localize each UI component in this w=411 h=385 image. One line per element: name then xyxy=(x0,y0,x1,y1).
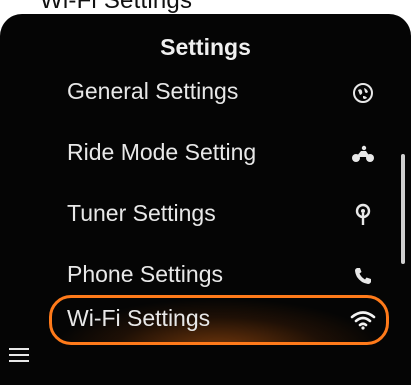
menu-item-label: Tuner Settings xyxy=(67,200,216,226)
menu-item-ride-mode-setting[interactable]: Ride Mode Setting xyxy=(0,131,411,181)
app-frame: Wi-Fi Settings Settings General Settings… xyxy=(0,0,411,385)
menu-item-label: Wi-Fi Settings xyxy=(67,305,211,331)
menu-item-label: Ride Mode Setting xyxy=(67,139,257,165)
menu-item-label: Phone Settings xyxy=(67,261,224,287)
menu-item-tuner-settings[interactable]: Tuner Settings xyxy=(0,192,411,242)
settings-screen: Settings General Settings Ride Mode Sett… xyxy=(0,14,411,385)
menu-item-wifi-settings[interactable]: Wi-Fi Settings xyxy=(49,295,389,345)
hamburger-icon[interactable] xyxy=(9,348,31,366)
top-strip-label: Wi-Fi Settings xyxy=(40,0,193,14)
scrollbar[interactable] xyxy=(401,154,405,264)
page-title: Settings xyxy=(160,34,251,60)
motorcycle-icon xyxy=(350,141,376,167)
menu-item-general-settings[interactable]: General Settings xyxy=(0,70,411,120)
globe-icon xyxy=(350,80,376,106)
antenna-icon xyxy=(350,202,376,228)
menu-item-label: General Settings xyxy=(67,78,239,104)
wifi-icon xyxy=(350,307,376,333)
phone-icon xyxy=(350,263,376,289)
